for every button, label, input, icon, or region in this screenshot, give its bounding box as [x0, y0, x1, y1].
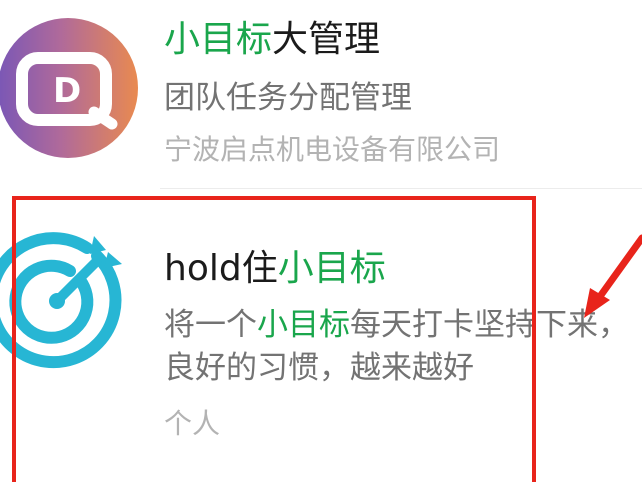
annotation-highlight-box — [12, 196, 536, 482]
q-logo-icon[interactable]: D — [0, 18, 138, 158]
app-description: 团队任务分配管理 — [164, 80, 412, 116]
svg-text:D: D — [53, 71, 81, 111]
app-title[interactable]: 小目标大管理 — [164, 10, 380, 62]
title-highlight: 小目标 — [164, 19, 273, 60]
title-rest: 大管理 — [272, 19, 381, 60]
annotation-arrow-icon — [560, 232, 642, 332]
app-developer: 宁波启点机电设备有限公司 — [164, 133, 501, 166]
divider — [160, 188, 642, 189]
